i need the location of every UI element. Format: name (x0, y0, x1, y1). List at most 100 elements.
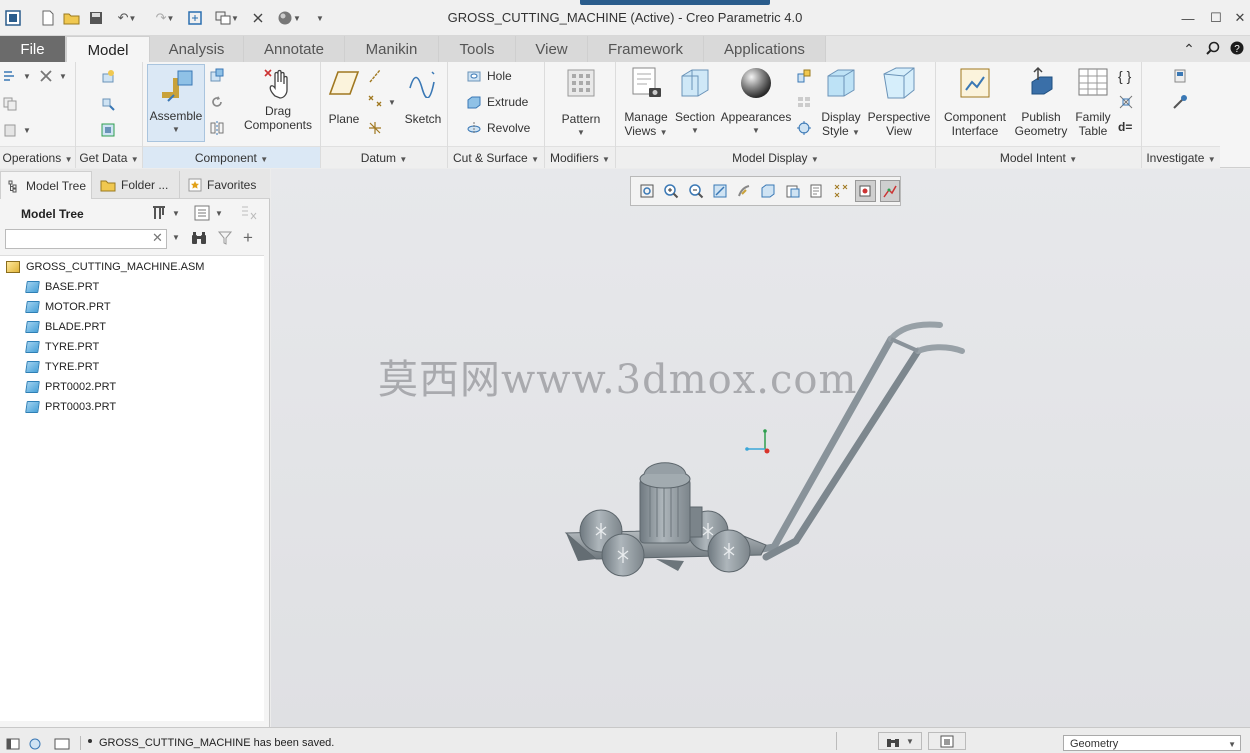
selection-buffer-button[interactable] (928, 732, 966, 750)
paste-icon[interactable]: ▼ (2, 122, 31, 138)
tree-node-part[interactable]: BASE.PRT (25, 277, 99, 297)
tab-favorites[interactable]: Favorites (182, 171, 268, 199)
customize-toolbar-icon[interactable]: ▼ (314, 9, 326, 27)
revolve-button[interactable]: Revolve (466, 120, 530, 136)
model-tree-search-input[interactable] (5, 229, 167, 249)
refit-icon[interactable] (637, 180, 657, 202)
saved-views-icon[interactable] (796, 94, 812, 110)
spin-center-icon[interactable] (734, 180, 754, 202)
tab-applications[interactable]: Applications (704, 36, 826, 62)
tab-file[interactable]: File (0, 36, 66, 62)
group-label-investigate[interactable]: Investigate ▼ (1142, 146, 1220, 168)
section-button[interactable]: Section ▼ (672, 66, 718, 144)
tree-node-part[interactable]: MOTOR.PRT (25, 297, 111, 317)
user-defined-feature-icon[interactable] (100, 68, 116, 84)
regenerate-icon[interactable] (186, 9, 204, 27)
graphics-window[interactable]: 莫西网www.3dmox.com (271, 169, 1250, 727)
delete-icon[interactable]: ▼ (38, 68, 67, 84)
show-navigator-icon[interactable] (6, 738, 20, 753)
help-icon[interactable]: ? (1228, 41, 1246, 58)
tree-show-icon[interactable]: ▼ (193, 204, 223, 222)
tab-folder-browser[interactable]: Folder ... (94, 171, 180, 199)
hole-button[interactable]: Hole (466, 68, 512, 84)
display-style-view-icon[interactable] (758, 180, 778, 202)
tab-framework[interactable]: Framework (588, 36, 704, 62)
saved-orientations-icon[interactable] (783, 180, 803, 202)
tree-node-part[interactable]: TYRE.PRT (25, 357, 99, 377)
publish-geometry-button[interactable]: Publish Geometry (1012, 66, 1070, 144)
smart-select-button[interactable]: ▼ (878, 732, 922, 750)
open-folder-icon[interactable] (62, 9, 80, 27)
sketch-button[interactable]: Sketch (403, 68, 443, 140)
windows-icon[interactable]: ▼ (210, 9, 244, 27)
group-label-modifiers[interactable]: Modifiers ▼ (545, 146, 615, 168)
search-icon[interactable] (1204, 41, 1222, 58)
tab-manikin[interactable]: Manikin (345, 36, 439, 62)
tree-node-assembly[interactable]: GROSS_CUTTING_MACHINE.ASM (6, 257, 204, 277)
tab-analysis[interactable]: Analysis (150, 36, 244, 62)
refit-view-icon[interactable] (796, 120, 812, 136)
model-player-icon[interactable] (1172, 94, 1188, 110)
repaint-icon[interactable] (710, 180, 730, 202)
drag-components-button[interactable]: Drag Components (239, 66, 317, 144)
plane-button[interactable]: Plane (325, 68, 363, 140)
tree-node-part[interactable]: BLADE.PRT (25, 317, 106, 337)
undo-icon[interactable]: ↶ ▼ (112, 9, 142, 27)
show-browser-icon[interactable] (28, 738, 42, 753)
datum-display-icon[interactable] (831, 180, 851, 202)
zoom-in-icon[interactable] (661, 180, 681, 202)
group-label-model-display[interactable]: Model Display ▼ (616, 146, 935, 168)
orient-icon[interactable] (796, 68, 812, 84)
collapse-ribbon-icon[interactable]: ⌃ (1180, 41, 1198, 58)
group-label-get-data[interactable]: Get Data ▼ (76, 146, 142, 168)
view-manager-icon[interactable] (807, 180, 827, 202)
copy-icon[interactable] (2, 96, 18, 112)
group-label-component[interactable]: Component ▼ (143, 146, 320, 168)
reference-viewer-icon[interactable] (1172, 68, 1188, 84)
full-screen-icon[interactable] (54, 738, 70, 753)
switch-dimensions-icon[interactable] (1118, 94, 1134, 110)
tab-model-tree[interactable]: Model Tree (0, 171, 92, 199)
annotation-display-icon[interactable] (879, 180, 901, 202)
clear-search-icon[interactable]: ✕ (152, 230, 163, 246)
package-icon[interactable] (209, 68, 225, 84)
close-button[interactable]: ✕ (1228, 8, 1250, 28)
component-interface-button[interactable]: Component Interface (940, 66, 1010, 144)
group-label-operations[interactable]: Operations ▼ (0, 146, 75, 168)
perspective-view-button[interactable]: Perspective View (866, 66, 932, 144)
search-dropdown-caret[interactable]: ▼ (172, 233, 180, 242)
tab-model[interactable]: Model (66, 36, 150, 63)
save-icon[interactable] (88, 9, 104, 27)
add-column-icon[interactable]: + (243, 228, 253, 248)
tab-tools[interactable]: Tools (439, 36, 516, 62)
group-label-datum[interactable]: Datum ▼ (321, 146, 447, 168)
regen-ops-icon[interactable]: ▼ (2, 68, 31, 84)
new-file-icon[interactable] (40, 9, 56, 27)
pattern-button[interactable]: Pattern ▼ (555, 68, 607, 144)
zoom-out-icon[interactable] (686, 180, 706, 202)
extrude-button[interactable]: Extrude (466, 94, 528, 110)
tree-settings-icon[interactable]: ▼ (150, 204, 180, 222)
redo-icon[interactable]: ↷ ▼ (150, 9, 180, 27)
tree-node-part[interactable]: PRT0002.PRT (25, 377, 116, 397)
tree-columns-icon[interactable] (240, 204, 258, 225)
appearances-button[interactable]: Appearances ▼ (718, 66, 794, 144)
relations-button[interactable]: d= (1118, 120, 1132, 134)
filter-icon[interactable] (217, 230, 233, 249)
close-window-icon[interactable] (250, 9, 266, 27)
tree-node-part[interactable]: TYRE.PRT (25, 337, 99, 357)
group-label-cut-surface[interactable]: Cut & Surface ▼ (448, 146, 544, 168)
point-icon[interactable]: ▼ (367, 94, 396, 110)
binoculars-icon[interactable] (190, 230, 208, 249)
app-icon[interactable] (4, 9, 22, 27)
family-table-button[interactable]: Family Table (1072, 66, 1114, 144)
parameters-braces-icon[interactable]: { } (1118, 68, 1131, 84)
tab-annotate[interactable]: Annotate (244, 36, 345, 62)
axis-icon[interactable] (367, 68, 383, 84)
copy-geometry-icon[interactable] (100, 96, 116, 112)
minimize-button[interactable]: — (1176, 8, 1200, 28)
3d-model-grass-cutting-machine[interactable] (556, 309, 976, 584)
tree-node-part[interactable]: PRT0003.PRT (25, 397, 116, 417)
repeat-icon[interactable] (209, 94, 225, 110)
mirror-component-icon[interactable] (209, 120, 225, 136)
